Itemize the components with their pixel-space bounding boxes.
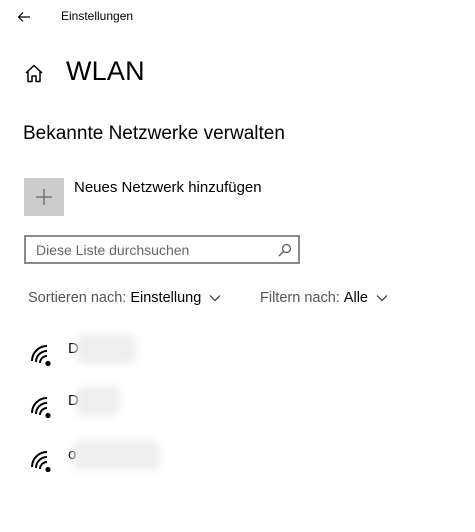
filter-label: Filtern nach: <box>260 290 340 306</box>
network-item[interactable]: D <box>22 334 452 384</box>
arrow-left-icon <box>17 12 30 22</box>
app-title: Einstellungen <box>61 9 134 23</box>
network-item[interactable]: D <box>22 386 452 436</box>
network-item[interactable]: o <box>22 440 452 490</box>
redacted-name <box>76 386 120 416</box>
add-network-button[interactable] <box>24 178 64 216</box>
section-title: Bekannte Netzwerke verwalten <box>23 123 285 144</box>
search-box[interactable] <box>24 235 300 264</box>
redacted-name <box>74 440 160 470</box>
filter-dropdown[interactable]: Filtern nach: Alle <box>260 290 388 306</box>
page-title: WLAN <box>66 56 145 86</box>
redacted-name <box>76 334 136 364</box>
home-icon <box>25 64 43 82</box>
wifi-icon <box>31 397 51 419</box>
add-network-label[interactable]: Neues Netzwerk hinzufügen <box>74 179 262 196</box>
chevron-down-icon <box>376 295 388 302</box>
search-icon[interactable] <box>278 243 292 257</box>
wifi-icon <box>31 451 51 473</box>
chevron-down-icon <box>209 295 221 302</box>
home-button[interactable] <box>22 62 46 84</box>
filter-value: Alle <box>343 290 368 306</box>
wifi-icon <box>31 345 51 367</box>
sort-dropdown[interactable]: Sortieren nach: Einstellung <box>28 290 221 306</box>
sort-label: Sortieren nach: <box>28 290 127 306</box>
search-input[interactable] <box>36 240 276 260</box>
plus-icon <box>36 189 52 205</box>
sort-value: Einstellung <box>130 290 202 306</box>
back-button[interactable] <box>10 6 38 28</box>
